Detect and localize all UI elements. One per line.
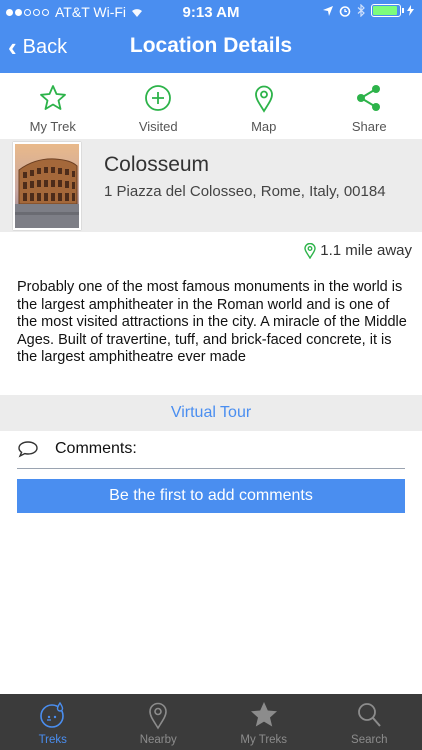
- share-icon: [357, 85, 381, 111]
- action-bar: My Trek Visited Map Share: [0, 73, 422, 139]
- tab-bar: Treks Nearby My Treks Search: [0, 694, 422, 750]
- share-button[interactable]: Share: [317, 73, 422, 139]
- status-bar: AT&T Wi-Fi 9:13 AM: [0, 4, 422, 22]
- virtual-tour-button[interactable]: Virtual Tour: [0, 395, 422, 431]
- plus-circle-icon: [145, 85, 172, 111]
- location-arrow-icon: [323, 5, 333, 16]
- location-description: Probably one of the most famous monument…: [17, 279, 407, 365]
- visited-label: Visited: [138, 119, 178, 134]
- tab-search-label: Search: [351, 734, 388, 746]
- star-outline-icon: [39, 85, 66, 110]
- nav-header: AT&T Wi-Fi 9:13 AM ‹ Back Location Detai…: [0, 0, 422, 73]
- location-card: Colosseum 1 Piazza del Colosseo, Rome, I…: [0, 139, 422, 232]
- tab-my-treks-label: My Treks: [240, 734, 288, 746]
- map-button[interactable]: Map: [211, 73, 317, 139]
- comments-divider: [17, 468, 405, 469]
- visited-button[interactable]: Visited: [106, 73, 212, 139]
- location-address: 1 Piazza del Colosseo, Rome, Italy, 0018…: [104, 183, 386, 200]
- speech-bubble-icon: [18, 441, 38, 458]
- add-comment-button[interactable]: Be the first to add comments: [17, 479, 405, 513]
- search-icon: [358, 703, 382, 727]
- map-pin-icon: [149, 702, 168, 730]
- colosseum-image: [15, 144, 79, 228]
- distance-indicator: 1.1 mile away: [304, 242, 412, 259]
- comments-header: Comments:: [17, 440, 137, 458]
- share-label: Share: [351, 119, 387, 134]
- my-trek-button[interactable]: My Trek: [0, 73, 106, 139]
- location-thumbnail[interactable]: [13, 142, 81, 230]
- map-pin-icon: [304, 242, 316, 259]
- location-name: Colosseum: [104, 153, 210, 176]
- tab-treks-label: Treks: [38, 734, 67, 746]
- star-icon: [250, 702, 277, 727]
- map-label: Map: [251, 119, 277, 134]
- tab-nearby-label: Nearby: [139, 734, 177, 746]
- treks-icon: [39, 701, 64, 728]
- charging-bolt-icon: [407, 5, 414, 16]
- comments-label: Comments:: [55, 440, 137, 457]
- battery-icon: [371, 4, 404, 17]
- tab-search[interactable]: Search: [317, 694, 422, 750]
- bluetooth-icon: [357, 4, 365, 17]
- status-icons: [323, 4, 414, 17]
- alarm-icon: [339, 5, 351, 17]
- my-trek-label: My Trek: [29, 119, 76, 134]
- map-pin-icon: [254, 85, 273, 113]
- tab-my-treks[interactable]: My Treks: [211, 694, 317, 750]
- distance-label: 1.1 mile away: [320, 242, 412, 259]
- tab-nearby[interactable]: Nearby: [106, 694, 212, 750]
- page-title: Location Details: [129, 34, 293, 57]
- tab-treks[interactable]: Treks: [0, 694, 106, 750]
